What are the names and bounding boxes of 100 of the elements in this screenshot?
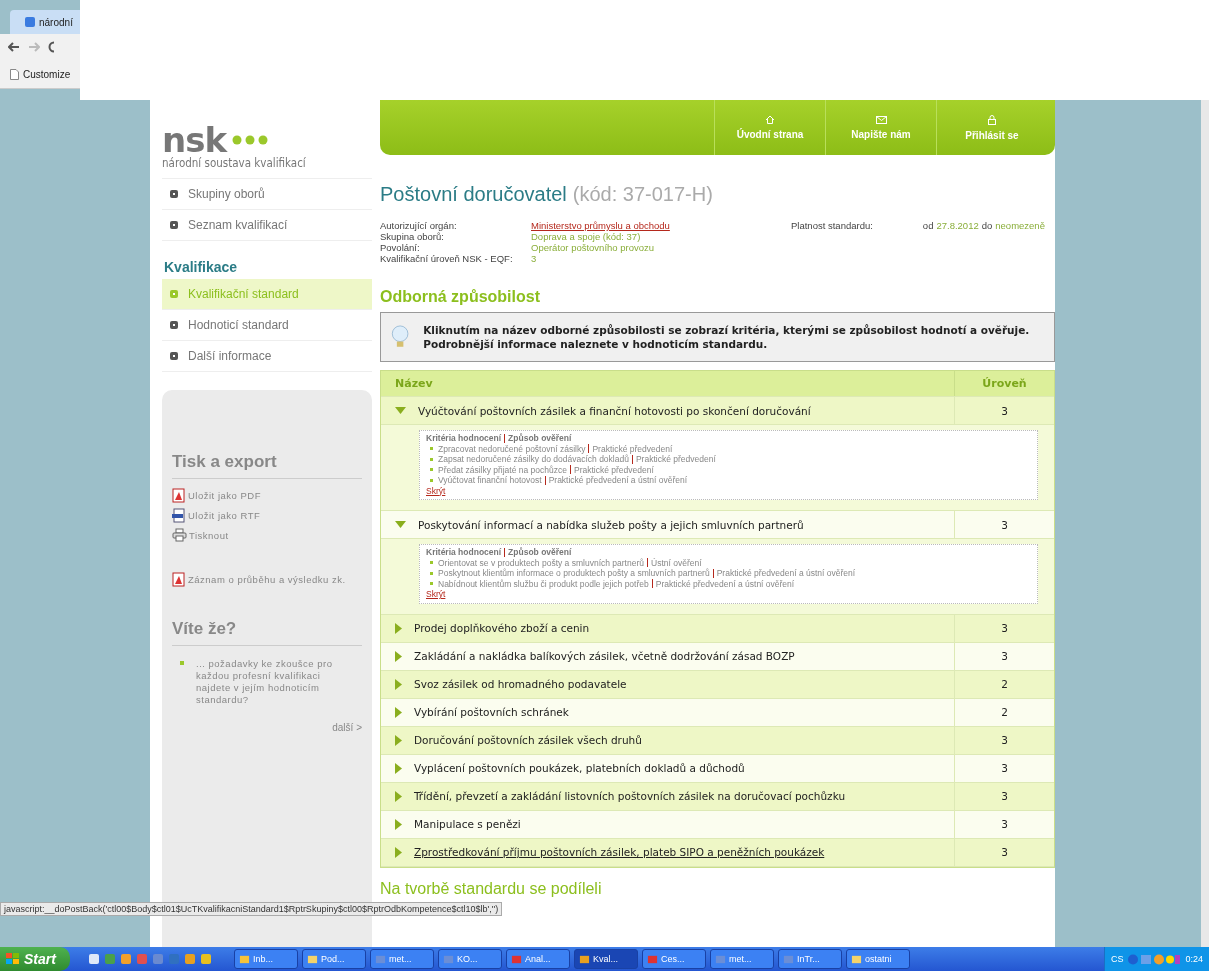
bullet-icon	[430, 561, 433, 565]
expanded-arrow-icon[interactable]	[395, 521, 406, 528]
competence-link[interactable]: Zakládání a nakládka balíkových zásilek, včetně dodržování zásad BOZP	[381, 642, 954, 670]
collapsed-arrow-icon[interactable]	[395, 650, 402, 662]
verification-method: Praktické předvedení a ústní ověření	[716, 568, 856, 579]
criteria-header: Kritéria hodnocení	[426, 547, 502, 558]
sidebar-item[interactable]: Skupiny oborů	[162, 179, 372, 210]
criterion-text: Zapsat nedoručené zásilky do dodávacích dokladů	[438, 454, 629, 465]
criteria-header: Způsob ověření	[508, 433, 572, 444]
bullet-icon	[430, 571, 433, 575]
taskbar-button[interactable]: Anal...	[506, 949, 570, 969]
reload-icon[interactable]	[48, 41, 54, 53]
clock: 0:24	[1185, 954, 1203, 964]
taskbar-button[interactable]: InTr...	[778, 949, 842, 969]
bullet-icon	[180, 661, 184, 665]
sidebar-item[interactable]: Další informace	[162, 341, 372, 372]
verification-method: Praktické předvedení	[635, 454, 716, 465]
hide-link[interactable]: Skrýt	[426, 485, 446, 496]
competence-link[interactable]: Prodej doplňkového zboží a cenin	[381, 614, 954, 642]
tray-icons-drawing	[1128, 953, 1181, 965]
level-cell: 3	[954, 810, 1054, 838]
hide-link[interactable]: Skrýt	[426, 589, 446, 600]
logo[interactable]: nsk	[162, 124, 227, 156]
collapsed-arrow-icon[interactable]	[395, 706, 402, 718]
taskbar-button[interactable]: Inb...	[234, 949, 298, 969]
info-link[interactable]: Ministerstvo průmyslu a obchodu	[531, 220, 781, 231]
taskbar-button[interactable]: KO...	[438, 949, 502, 969]
export-link[interactable]: Tisknout	[172, 525, 362, 545]
competence-link[interactable]: Třídění, převzetí a zakládání listovních poštovních zásilek na doručovací pochůzku	[381, 782, 954, 810]
bullet-icon	[170, 290, 178, 298]
export-link[interactable]: Uložit jako PDF	[172, 485, 362, 505]
criterion-text: Předat zásilky přijaté na pochůzce	[438, 464, 567, 475]
collapsed-arrow-icon[interactable]	[395, 818, 402, 830]
more-link[interactable]: další >	[332, 706, 362, 733]
criterion-text: Orientovat se v produktech pošty a smluvních partnerů	[438, 557, 644, 568]
column-header: Název	[394, 376, 434, 392]
hint-text: Kliknutím na název odborné způsobilosti se zobrazí kritéria, kterými se způsobilost hodnotí a ověřuje. Podrobnější informace naleznete v hodnoticím standardu.	[423, 323, 1031, 351]
windows-logo-icon	[6, 953, 20, 965]
info-value: Doprava a spoje (kód: 37)	[531, 231, 642, 242]
sidebar-item[interactable]: Seznam kvalifikací	[162, 210, 372, 241]
level-cell: 3	[954, 754, 1054, 782]
taskbar-button[interactable]: ostatni	[846, 949, 910, 969]
qualification-code: (kód: 37-017-H)	[572, 183, 713, 206]
sidebar-item[interactable]: Hodnoticí standard	[162, 310, 372, 341]
lock-icon	[988, 114, 996, 125]
collapsed-arrow-icon[interactable]	[395, 790, 402, 802]
collapsed-arrow-icon[interactable]	[395, 734, 402, 746]
bullet-icon	[170, 352, 178, 360]
application-icon[interactable]	[120, 953, 132, 965]
bullet-icon	[430, 457, 433, 461]
taskbar-button[interactable]: met...	[710, 949, 774, 969]
taskbar-button[interactable]: Pod...	[302, 949, 366, 969]
taskbar-button[interactable]: Ces...	[642, 949, 706, 969]
taskbar-button[interactable]: Kval...	[574, 949, 638, 969]
status-bar-text: javascript:__doPostBack('ctl00$Body$ctl01$UcTKvalifikacniStandard1$RptrSkupiny$ctl00$RptrOdbKompetence$ctl10$lb','')	[0, 902, 503, 916]
criterion-text: Vyúčtovat finanční hotovost	[438, 475, 542, 486]
competence-link[interactable]: Poskytování informací a nabídka služeb pošty a jejich smluvních partnerů	[381, 511, 954, 538]
page-title: Poštovní doručovatel	[380, 183, 567, 206]
application-icon[interactable]	[184, 953, 196, 965]
application-icon[interactable]	[200, 953, 212, 965]
competence-link[interactable]: Vyplácení poštovních poukázek, platebních dokladů a důchodů	[381, 754, 954, 782]
competence-link[interactable]: Doručování poštovních zásilek všech druhů	[381, 726, 954, 754]
level-cell: 3	[954, 397, 1054, 424]
expanded-arrow-icon[interactable]	[395, 407, 406, 414]
export-link[interactable]: Uložit jako RTF	[172, 505, 362, 525]
export-link[interactable]: Záznam o průběhu a výsledku zk.	[172, 569, 362, 589]
competence-link[interactable]: Zprostředkování příjmu poštovních zásilek, plateb SIPO a peněžních poukázek	[381, 838, 954, 866]
language-indicator[interactable]: CS	[1110, 954, 1124, 964]
tip-text: ... požadavky ke zkoušce pro každou profesní kvalifikaci najdete v jejím hodnoticím standardu?	[196, 658, 334, 706]
criteria-header: Způsob ověření	[508, 547, 572, 558]
info-label: Autorizující orgán:	[380, 220, 458, 231]
level-cell: 2	[954, 670, 1054, 698]
info-value: 3	[531, 253, 538, 264]
info-value: 27.8.2012	[936, 220, 979, 233]
info-label: Povolání:	[380, 242, 421, 253]
dots-icon	[232, 135, 269, 145]
back-icon[interactable]	[8, 42, 20, 52]
collapsed-arrow-icon[interactable]	[395, 622, 402, 634]
bullet-icon	[170, 321, 178, 329]
section-heading: Na tvorbě standardu se podíleli	[380, 879, 603, 898]
start-button[interactable]: Start	[0, 947, 70, 971]
bullet-icon	[430, 582, 433, 586]
collapsed-arrow-icon[interactable]	[395, 678, 402, 690]
collapsed-arrow-icon[interactable]	[395, 762, 402, 774]
competence-link[interactable]: Svoz zásilek od hromadného podavatele	[381, 670, 954, 698]
favicon-icon[interactable]	[24, 16, 36, 28]
criteria-header: Kritéria hodnocení	[426, 433, 502, 444]
verification-method: Praktické předvedení a ústní ověření	[548, 475, 688, 486]
criterion-text: Nabídnout klientům službu či produkt podle jejich potřeb	[438, 578, 649, 589]
application-icon[interactable]	[88, 953, 100, 965]
competence-link[interactable]: Vyúčtování poštovních zásilek a finanční hotovosti po skončení doručování	[381, 397, 954, 424]
taskbar-button[interactable]: met...	[370, 949, 434, 969]
scrollbar[interactable]	[1201, 100, 1209, 947]
browser-tab[interactable]: národní	[10, 10, 80, 34]
info-label: Skupina oborů:	[380, 231, 445, 242]
competence-link[interactable]: Vybírání poštovních schránek	[381, 698, 954, 726]
competence-link[interactable]: Manipulace s penězi	[381, 810, 954, 838]
collapsed-arrow-icon[interactable]	[395, 846, 402, 858]
forward-icon[interactable]	[28, 42, 40, 52]
info-value: Operátor poštovního provozu	[531, 242, 656, 253]
